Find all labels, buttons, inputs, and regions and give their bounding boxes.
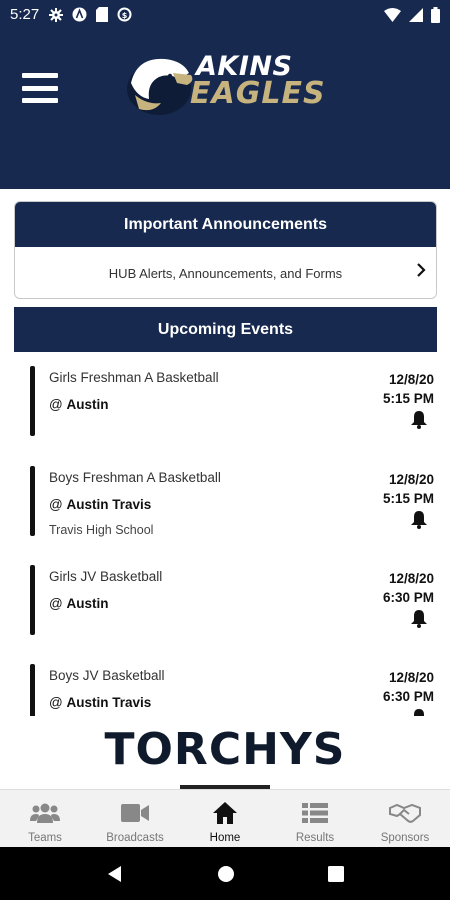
app-header: AKINS EAGLES [0,29,450,189]
recents-icon[interactable] [327,865,344,882]
nav-results-label: Results [295,832,335,844]
event-item[interactable]: Girls Freshman A Basketball @ Austin 12/… [14,352,437,442]
nav-sponsors-label: Sponsors [380,832,430,844]
bell-icon[interactable] [409,608,429,628]
bell-icon[interactable] [409,409,429,429]
video-camera-icon [121,804,149,822]
nav-broadcasts[interactable]: Broadcasts [90,790,180,847]
event-name: Girls Freshman A Basketball [49,370,219,385]
event-item[interactable]: Boys Freshman A Basketball @ Austin Trav… [14,452,437,542]
bell-icon[interactable] [409,509,429,529]
event-name: Boys Freshman A Basketball [49,470,221,485]
data-saver-icon: $ [117,7,132,22]
teams-icon [30,803,60,823]
event-marker [30,366,35,436]
announcements-card: Important Announcements HUB Alerts, Anno… [14,201,437,299]
events-list[interactable]: Girls Freshman A Basketball @ Austin 12/… [14,352,437,716]
event-date: 12/8/20 [388,571,434,586]
bottom-nav: Teams Broadcasts Home Results Sponsors [0,789,450,847]
event-item[interactable]: Girls JV Basketball @ Austin 12/8/20 6:3… [14,551,437,641]
handshake-icon [389,803,421,823]
wifi-icon [384,7,401,22]
event-opponent: @ Austin Travis [49,497,152,512]
announcements-title: Important Announcements [15,202,436,247]
svg-text:$: $ [122,11,128,20]
nav-sponsors[interactable]: Sponsors [360,790,450,847]
event-marker [30,664,35,716]
list-icon [302,803,328,823]
event-opponent: @ Austin [49,397,109,412]
logo-text-eagles: EAGLES [190,76,326,111]
event-time: 5:15 PM [382,391,434,406]
home-circle-icon[interactable] [217,865,235,883]
event-date: 12/8/20 [388,670,434,685]
event-date: 12/8/20 [388,372,434,387]
event-marker [30,466,35,536]
event-name: Boys JV Basketball [49,668,165,683]
hamburger-menu-icon[interactable] [22,73,58,103]
nav-home-label: Home [209,832,241,844]
hub-alerts-label: HUB Alerts, Announcements, and Forms [108,265,343,281]
event-marker [30,565,35,635]
event-opponent: @ Austin Travis [49,695,152,710]
bell-icon[interactable] [409,707,429,716]
hub-alerts-link[interactable]: HUB Alerts, Announcements, and Forms [15,247,436,298]
battery-icon [431,6,440,23]
status-time: 5:27 [10,6,40,23]
home-icon [213,802,237,824]
app-notification-icon [72,7,87,22]
event-name: Girls JV Basketball [49,569,163,584]
nav-teams-label: Teams [28,832,62,844]
signal-icon [409,7,423,22]
sponsor-banner[interactable]: TORCHYS [80,720,370,778]
event-time: 6:30 PM [382,590,434,605]
settings-icon [49,7,64,22]
nav-teams[interactable]: Teams [0,790,90,847]
status-bar: 5:27 $ [0,0,450,29]
event-date: 12/8/20 [388,472,434,487]
back-icon[interactable] [106,865,124,883]
event-opponent: @ Austin [49,596,109,611]
event-item[interactable]: Boys JV Basketball @ Austin Travis 12/8/… [14,650,437,716]
event-venue: Travis High School [49,523,154,537]
event-time: 6:30 PM [382,689,434,704]
chevron-right-icon [417,263,426,277]
nav-broadcasts-label: Broadcasts [106,832,164,844]
sponsor-logo-text: TORCHYS [104,723,346,775]
nav-results[interactable]: Results [270,790,360,847]
nav-home[interactable]: Home [180,790,270,847]
sim-card-icon [96,7,109,22]
system-nav-bar [0,847,450,900]
event-time: 5:15 PM [382,491,434,506]
upcoming-events-title: Upcoming Events [14,307,437,352]
